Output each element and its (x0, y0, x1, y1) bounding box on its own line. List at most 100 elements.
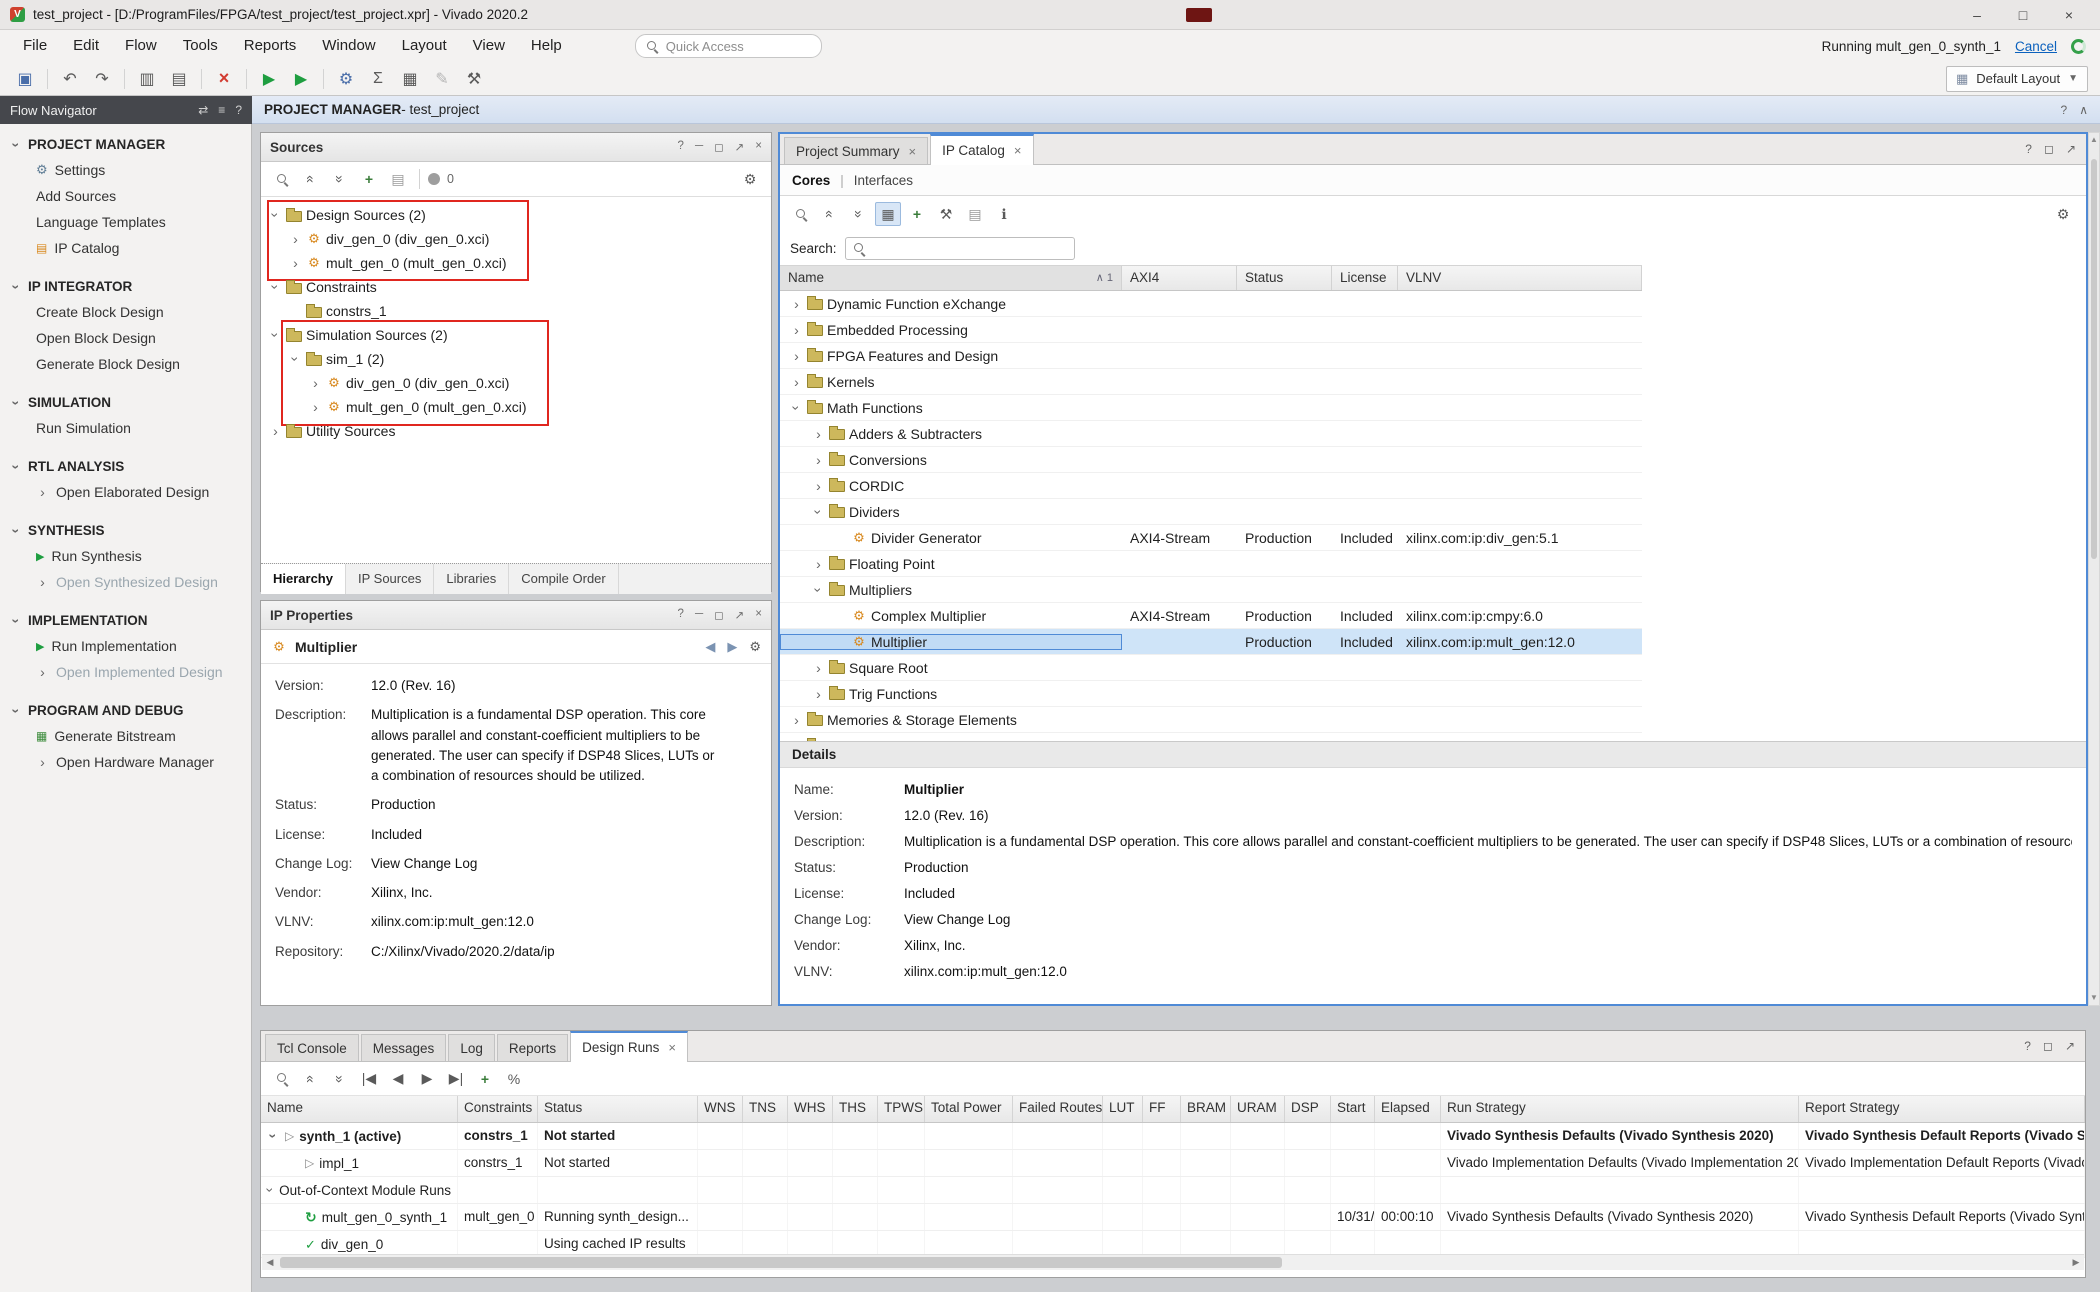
chevron-down-icon[interactable]: › (812, 583, 826, 596)
source-tree-item-constrs-1[interactable]: constrs_1 (261, 299, 771, 323)
flownav-item-open-implemented-design[interactable]: ›Open Implemented Design (0, 659, 251, 685)
scroll-right-icon[interactable]: ▶ (2068, 1257, 2084, 1268)
column-header-vlnv[interactable]: VLNV (1398, 266, 1642, 290)
chevron-down-icon[interactable]: › (10, 524, 24, 537)
field-link[interactable]: Production (371, 795, 436, 815)
menu-reports[interactable]: Reports (231, 30, 310, 62)
minimize-icon[interactable]: ─ (695, 608, 703, 622)
properties-icon[interactable]: ▤ (385, 167, 411, 191)
tab-ip-catalog[interactable]: IP Catalog× (930, 134, 1033, 165)
collapse-all-icon[interactable]: « (298, 1067, 324, 1091)
run-row-out-of-context-module-runs[interactable]: ›Out-of-Context Module Runs (261, 1177, 2085, 1204)
flownav-item-open-synthesized-design[interactable]: ›Open Synthesized Design (0, 569, 251, 595)
flownav-item-open-block-design[interactable]: Open Block Design (0, 325, 251, 351)
maximize-icon[interactable]: ◻ (2043, 1039, 2053, 1053)
column-header-ths[interactable]: THS (833, 1096, 878, 1122)
flownav-item-settings[interactable]: ⚙Settings (0, 157, 251, 183)
chevron-right-icon[interactable]: › (790, 349, 803, 363)
flownav-section-header-simulation[interactable]: ›SIMULATION (0, 390, 251, 415)
tab-cores[interactable]: Cores (792, 173, 830, 188)
catalog-row-square-root[interactable]: ›Square Root (780, 655, 1642, 681)
sum-button[interactable]: Σ (363, 66, 393, 92)
catalog-row-cordic[interactable]: ›CORDIC (780, 473, 1642, 499)
step-forward-icon[interactable]: ▶| (443, 1067, 469, 1091)
source-tree-item-div-gen-0[interactable]: ›⚙div_gen_0 (div_gen_0.xci) (261, 371, 771, 395)
catalog-row-dynamic-function-exchange[interactable]: ›Dynamic Function eXchange (780, 291, 1642, 317)
source-tree-item-sim-1[interactable]: ›sim_1 (2) (261, 347, 771, 371)
source-tree-item-div-gen-0[interactable]: ›⚙div_gen_0 (div_gen_0.xci) (261, 227, 771, 251)
add-icon[interactable]: + (472, 1067, 498, 1091)
run-button[interactable]: ▶ (254, 66, 284, 92)
catalog-row-multipliers[interactable]: ›Multipliers (780, 577, 1642, 603)
chevron-down-icon[interactable]: › (267, 1130, 281, 1143)
percent-icon[interactable]: % (501, 1067, 527, 1091)
flownav-section-header-synthesis[interactable]: ›SYNTHESIS (0, 518, 251, 543)
column-header-start[interactable]: Start (1331, 1096, 1375, 1122)
copy-button[interactable]: ▥ (132, 66, 162, 92)
flownav-item-run-synthesis[interactable]: ▶Run Synthesis (0, 543, 251, 569)
source-tree-item-mult-gen-0[interactable]: ›⚙mult_gen_0 (mult_gen_0.xci) (261, 251, 771, 275)
undo-button[interactable]: ↶ (55, 66, 85, 92)
flownav-section-header-ip-integrator[interactable]: ›IP INTEGRATOR (0, 274, 251, 299)
help-icon[interactable]: ? (235, 103, 242, 117)
column-header-name[interactable]: Name∧ 1 (780, 266, 1122, 290)
close-button[interactable]: × (2048, 2, 2090, 28)
vertical-scrollbar[interactable]: ▲ ▼ (2088, 132, 2100, 1006)
chevron-down-icon[interactable]: › (269, 329, 283, 342)
chevron-right-icon[interactable]: › (309, 376, 322, 390)
field-link[interactable]: Production (904, 860, 969, 875)
catalog-row-partial-reconfiguration[interactable]: ›Partial Reconfiguration (780, 733, 1642, 741)
menu-window[interactable]: Window (309, 30, 388, 62)
column-header-license[interactable]: License (1332, 266, 1398, 290)
flownav-item-run-implementation[interactable]: ▶Run Implementation (0, 633, 251, 659)
flownav-item-language-templates[interactable]: Language Templates (0, 209, 251, 235)
flownav-item-ip-catalog[interactable]: ▤IP Catalog (0, 235, 251, 261)
float-icon[interactable]: ↗ (2065, 1039, 2075, 1053)
back-icon[interactable]: ◀ (705, 639, 715, 655)
quick-access-search[interactable]: Quick Access (635, 34, 822, 58)
flownav-section-header-rtl-analysis[interactable]: ›RTL ANALYSIS (0, 454, 251, 479)
chevron-down-icon[interactable]: › (264, 1186, 278, 1193)
step-back-icon[interactable]: ◀ (385, 1067, 411, 1091)
flownav-item-add-sources[interactable]: Add Sources (0, 183, 251, 209)
chevron-right-icon[interactable]: › (790, 323, 803, 337)
chevron-down-icon[interactable]: › (10, 614, 24, 627)
redo-button[interactable]: ↷ (87, 66, 117, 92)
gear-icon[interactable]: ⚙ (749, 639, 761, 655)
column-header-dsp[interactable]: DSP (1285, 1096, 1331, 1122)
edit-button[interactable]: ✎ (427, 66, 457, 92)
catalog-row-floating-point[interactable]: ›Floating Point (780, 551, 1642, 577)
column-header-ff[interactable]: FF (1143, 1096, 1181, 1122)
catalog-row-multiplier[interactable]: ⚙MultiplierProductionIncludedxilinx.com:… (780, 629, 1642, 655)
chevron-down-icon[interactable]: › (10, 704, 24, 717)
add-icon[interactable]: + (904, 202, 930, 226)
run-row-synth-1-active[interactable]: ›▷synth_1 (active)constrs_1Not startedVi… (261, 1123, 2085, 1150)
flownav-section-header-implementation[interactable]: ›IMPLEMENTATION (0, 608, 251, 633)
column-header-status[interactable]: Status (1237, 266, 1332, 290)
sources-tab-hierarchy[interactable]: Hierarchy (261, 564, 346, 594)
flownav-item-open-hardware-manager[interactable]: ›Open Hardware Manager (0, 749, 251, 775)
info-icon[interactable]: ℹ (991, 202, 1017, 226)
chevron-right-icon[interactable]: › (812, 479, 825, 493)
horizontal-scrollbar[interactable]: ◀ ▶ (262, 1254, 2084, 1270)
chevron-right-icon[interactable]: › (812, 557, 825, 571)
add-icon[interactable]: + (356, 167, 382, 191)
close-icon[interactable]: × (1014, 143, 1022, 158)
forward-icon[interactable]: ▶ (727, 639, 737, 655)
catalog-row-dividers[interactable]: ›Dividers (780, 499, 1642, 525)
column-header-run-strategy[interactable]: Run Strategy (1441, 1096, 1799, 1122)
source-tree-item-mult-gen-0[interactable]: ›⚙mult_gen_0 (mult_gen_0.xci) (261, 395, 771, 419)
field-link[interactable]: View Change Log (904, 912, 1010, 927)
float-icon[interactable]: ↗ (735, 608, 745, 622)
tab-log[interactable]: Log (448, 1034, 495, 1061)
catalog-row-memories-storage-elements[interactable]: ›Memories & Storage Elements (780, 707, 1642, 733)
chevron-right-icon[interactable]: › (269, 424, 282, 438)
chevron-right-icon[interactable]: › (289, 256, 302, 270)
column-header-constraints[interactable]: Constraints (458, 1096, 538, 1122)
page-icon[interactable]: ▤ (962, 202, 988, 226)
column-header-report-strategy[interactable]: Report Strategy (1799, 1096, 2085, 1122)
catalog-row-trig-functions[interactable]: ›Trig Functions (780, 681, 1642, 707)
report-button[interactable]: ▦ (395, 66, 425, 92)
catalog-row-complex-multiplier[interactable]: ⚙Complex MultiplierAXI4-StreamProduction… (780, 603, 1642, 629)
taxonomy-icon[interactable]: ▦ (875, 202, 901, 226)
